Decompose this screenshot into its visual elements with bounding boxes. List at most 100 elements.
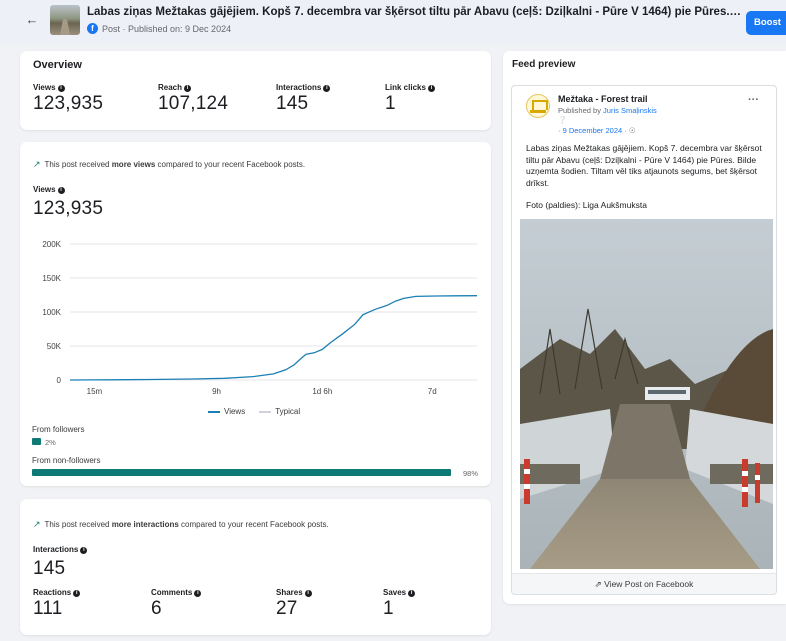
overview-card: Overview Views i 123,935 Reach i 107,124 I… [20, 51, 491, 130]
comments-label: Comments [151, 588, 193, 597]
series-line-views [69, 295, 478, 381]
trending-up-icon: ↗ [33, 519, 41, 529]
views-note-suffix: compared to your recent Facebook posts. [155, 160, 306, 169]
page-avatar[interactable] [526, 94, 550, 118]
interactions-card: ↗ This post received more interactions c… [20, 499, 491, 635]
x-tick-label: 9h [212, 387, 221, 396]
post-title: Labas ziņas Mežtakas gājējiem. Kopš 7. d… [87, 6, 742, 18]
post-meta-text: Post · Published on: 9 Dec 2024 [102, 23, 232, 34]
x-tick-label: 7d [428, 387, 437, 396]
reach-value: 107,124 [158, 93, 229, 114]
legend-item-typical[interactable]: Typical [259, 407, 300, 416]
info-icon[interactable]: i [73, 590, 81, 597]
y-tick-label: 200K [42, 240, 61, 249]
from-non-followers-label: From non-followers [32, 456, 101, 465]
info-icon[interactable]: i [184, 85, 192, 92]
interactions-total-label: Interactions [33, 545, 79, 554]
saves-label: Saves [383, 588, 407, 597]
comments-metric: Comments i 6 [151, 588, 202, 620]
external-link-icon: ⇗ [594, 579, 602, 589]
reach-label: Reach [158, 83, 183, 92]
legend-swatch-typical [259, 410, 272, 413]
reactions-value: 111 [33, 598, 63, 619]
post-credit: Foto (paldies): Liga Aukšmuksta [526, 200, 647, 210]
post-date[interactable]: · 9 December 2024 · ☉ [558, 126, 636, 135]
info-icon: ❔ [558, 117, 567, 124]
reach-metric: Reach i 107,124 [158, 83, 228, 115]
reactions-metric: Reactions i 111 [33, 588, 81, 620]
interactions-value: 145 [276, 93, 309, 114]
info-icon[interactable]: i [323, 85, 331, 92]
reactions-label: Reactions [33, 588, 72, 597]
boost-button[interactable]: Boost [746, 11, 786, 35]
info-icon[interactable]: i [427, 85, 435, 92]
legend-swatch-views [208, 410, 220, 413]
info-icon[interactable]: i [80, 547, 88, 554]
info-icon[interactable]: i [57, 85, 65, 92]
interactions-total-value: 145 [33, 558, 66, 579]
from-non-followers-bar [32, 469, 451, 476]
views-metric: Views i 123,935 [33, 83, 103, 115]
interactions-metric: Interactions i 145 [276, 83, 331, 115]
views-note-bold: more views [111, 160, 156, 169]
link-clicks-value: 1 [385, 93, 396, 114]
from-non-followers-percent: 98% [463, 469, 479, 478]
from-followers-bar [32, 438, 41, 445]
interactions-note: ↗ This post received more interactions c… [33, 519, 329, 530]
shares-label: Shares [276, 588, 303, 597]
interactions-label: Interactions [276, 83, 322, 92]
overview-title: Overview [33, 59, 82, 71]
comments-value: 6 [151, 598, 162, 619]
saves-value: 1 [383, 598, 394, 619]
y-tick-label: 50K [47, 342, 62, 351]
facebook-icon: f [87, 23, 98, 34]
legend-label-typical: Typical [275, 407, 301, 416]
link-clicks-metric: Link clicks i 1 [385, 83, 435, 115]
legend-label-views: Views [224, 407, 246, 416]
y-tick-label: 100K [42, 308, 61, 317]
from-followers-label: From followers [32, 425, 85, 434]
views-chart-label: Views [33, 185, 56, 194]
info-icon[interactable]: i [408, 590, 416, 597]
more-options-icon[interactable]: ··· [748, 94, 759, 106]
info-icon[interactable]: i [57, 187, 65, 194]
views-chart-value: 123,935 [33, 198, 104, 219]
page-name[interactable]: Mežtaka - Forest trail [558, 94, 648, 104]
views-value: 123,935 [33, 93, 104, 114]
publisher-link[interactable]: Juris Smaļinskis [603, 106, 657, 115]
globe-icon: ☉ [628, 126, 636, 135]
trending-up-icon: ↗ [33, 159, 41, 169]
x-tick-label: 1d 6h [312, 387, 332, 396]
info-icon[interactable]: i [304, 590, 312, 597]
legend-item-views[interactable]: Views [208, 407, 245, 416]
x-tick-label: 15m [87, 387, 103, 396]
view-post-button[interactable]: ⇗ View Post on Facebook [512, 573, 776, 594]
post-text: Labas ziņas Mežtakas gājējiem. Kopš 7. d… [526, 143, 762, 188]
interactions-note-prefix: This post received [44, 520, 112, 529]
feed-post-preview: Mežtaka - Forest trail Published by Juri… [511, 85, 777, 595]
views-note: ↗ This post received more views compared… [33, 159, 305, 170]
feed-preview-title: Feed preview [512, 59, 576, 70]
interactions-note-bold: more interactions [111, 520, 179, 529]
post-header: ← Labas ziņas Mežtakas gājējiem. Kopš 7.… [0, 0, 786, 44]
published-by: Published by Juris Smaļinskis [558, 106, 657, 115]
shares-metric: Shares i 27 [276, 588, 312, 620]
shares-value: 27 [276, 598, 298, 619]
y-tick-label: 150K [42, 274, 61, 283]
views-note-prefix: This post received [44, 160, 112, 169]
views-label: Views [33, 83, 56, 92]
post-photo[interactable] [520, 219, 773, 569]
view-post-label: View Post on Facebook [604, 579, 694, 589]
info-icon[interactable]: i [194, 590, 202, 597]
post-meta: f Post · Published on: 9 Dec 2024 [87, 23, 231, 34]
chart-legend: Views Typical [208, 407, 300, 416]
interactions-note-suffix: compared to your recent Facebook posts. [178, 520, 329, 529]
views-card: ↗ This post received more views compared… [20, 142, 491, 486]
arrow-left-icon[interactable]: ← [22, 10, 42, 30]
post-thumbnail [50, 5, 80, 35]
link-clicks-label: Link clicks [385, 83, 426, 92]
y-tick-label: 0 [57, 376, 62, 385]
published-by-prefix: Published by [558, 106, 604, 115]
post-date-text: · 9 December 2024 · [558, 126, 627, 135]
from-followers-percent: 2% [45, 438, 56, 447]
